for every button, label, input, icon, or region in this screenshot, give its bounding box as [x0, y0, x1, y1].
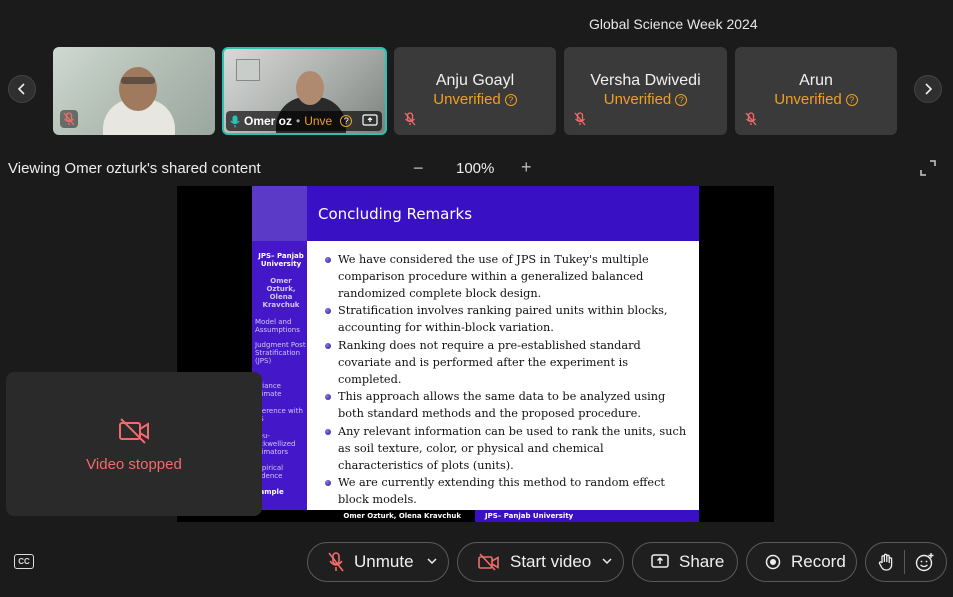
- record-label: Record: [791, 552, 846, 571]
- video-off-icon: [478, 553, 499, 571]
- fullscreen-icon: [920, 160, 936, 176]
- participant-name: Versha Dwivedi: [590, 72, 701, 89]
- participant-status: Unverified?: [394, 91, 556, 108]
- slide-footer-institution: JPS– Panjab University: [475, 510, 699, 522]
- glasses: [121, 77, 155, 84]
- slide-title: Concluding Remarks: [318, 205, 473, 223]
- start-video-label: Start video: [510, 552, 592, 571]
- participant-status: Unverified?: [564, 91, 727, 108]
- participant-tile-active[interactable]: Omer oz • Unve ?: [222, 47, 387, 135]
- emoji-reaction-icon[interactable]: [915, 552, 935, 572]
- zoom-in-button[interactable]: +: [521, 157, 532, 178]
- separator-dot: •: [296, 114, 301, 128]
- chevron-down-icon[interactable]: [601, 555, 613, 567]
- share-screen-icon: [651, 554, 669, 568]
- previous-participants-button[interactable]: [8, 75, 36, 103]
- mic-muted-icon: [742, 110, 760, 128]
- start-video-button[interactable]: Start video: [457, 542, 624, 582]
- sidebar-section-current: xample: [255, 488, 284, 496]
- raise-hand-icon[interactable]: [878, 553, 894, 571]
- sidebar-heading: JPS– Panjab University: [258, 252, 304, 268]
- screen-share-icon: [362, 114, 378, 126]
- sidebar-section: seu-ackwellized stimators: [255, 432, 296, 456]
- next-participants-button[interactable]: [914, 75, 942, 103]
- sidebar-section: ariance stimate: [255, 382, 282, 398]
- mic-active-icon: [230, 115, 240, 127]
- slide-bullet: We are currently extending this method t…: [325, 475, 688, 509]
- mic-muted-icon: [401, 110, 419, 128]
- zoom-out-button[interactable]: −: [413, 158, 424, 179]
- record-icon: [765, 554, 781, 570]
- mic-muted-icon: [571, 110, 589, 128]
- sidebar-authors: Omer Ozturk, Olena Kravchuk: [262, 277, 300, 309]
- status-text: Unverified: [774, 91, 842, 108]
- slide-bullet: We have considered the use of JPS in Tuk…: [325, 252, 688, 302]
- reactions-group: [865, 542, 947, 582]
- participant-name-bar: Omer oz • Unve ?: [226, 111, 383, 131]
- sidebar-section: mpirical vidence: [255, 464, 284, 480]
- participant-face: [119, 67, 157, 111]
- closed-captions-button[interactable]: CC: [14, 554, 34, 569]
- divider: [904, 550, 905, 574]
- share-button[interactable]: Share: [632, 542, 738, 582]
- participant-name: Omer oz: [244, 114, 293, 128]
- help-icon[interactable]: ?: [340, 115, 353, 127]
- sidebar-section: nference with PS: [255, 407, 303, 423]
- participant-face: [296, 71, 324, 105]
- slide-bullet: Any relevant information can be used to …: [325, 424, 688, 474]
- help-icon[interactable]: ?: [504, 94, 517, 106]
- participant-tile[interactable]: [53, 47, 215, 135]
- video-off-icon: [119, 418, 149, 444]
- slide-header-corner: [252, 186, 307, 241]
- shared-content-label: Viewing Omer ozturk's shared content: [8, 160, 261, 177]
- participant-status: Unverified?: [735, 91, 897, 108]
- meeting-title: Global Science Week 2024: [589, 16, 758, 32]
- zoom-level: 100%: [456, 160, 495, 177]
- help-icon[interactable]: ?: [675, 94, 688, 106]
- participant-tile[interactable]: Versha Dwivedi Unverified?: [564, 47, 727, 135]
- status-text: Unverified: [603, 91, 672, 108]
- presentation-slide: Concluding Remarks JPS– Panjab Universit…: [252, 186, 699, 522]
- participant-name: Anju Goayl: [435, 72, 515, 89]
- participant-name: Arun: [799, 72, 833, 89]
- chevron-left-icon: [17, 83, 25, 95]
- share-label: Share: [679, 552, 725, 571]
- participant-status: Unve: [304, 114, 333, 128]
- participant-tile[interactable]: Anju Goayl Unverified?: [394, 47, 556, 135]
- slide-bullet: This approach allows the same data to be…: [325, 389, 688, 423]
- slide-bullet: Ranking does not require a pre-establish…: [325, 338, 688, 388]
- slide-footer-authors: Omer Ozturk, Olena Kravchuk: [252, 510, 475, 522]
- unmute-label: Unmute: [354, 552, 414, 571]
- sidebar-section: Judgment Post Stratification (JPS): [255, 341, 306, 365]
- help-icon[interactable]: ?: [845, 94, 858, 106]
- record-button[interactable]: Record: [746, 542, 857, 582]
- slide-bullet-list: We have considered the use of JPS in Tuk…: [325, 252, 688, 510]
- background-frame: [236, 59, 260, 81]
- self-view-tile[interactable]: Video stopped: [6, 372, 262, 516]
- slide-bullet: Stratification involves ranking paired u…: [325, 303, 688, 337]
- chevron-down-icon[interactable]: [426, 555, 438, 567]
- sidebar-section: Model and Assumptions: [255, 318, 300, 334]
- video-stopped-label: Video stopped: [86, 456, 182, 473]
- chevron-right-icon: [925, 83, 933, 95]
- fullscreen-button[interactable]: [920, 160, 936, 176]
- mic-muted-icon: [328, 552, 344, 572]
- status-text: Unverified: [433, 91, 501, 108]
- mic-muted-icon: [60, 110, 78, 128]
- slide-footer: Omer Ozturk, Olena Kravchuk JPS– Panjab …: [252, 510, 699, 522]
- unmute-button[interactable]: Unmute: [307, 542, 449, 582]
- participant-tile[interactable]: Arun Unverified?: [735, 47, 897, 135]
